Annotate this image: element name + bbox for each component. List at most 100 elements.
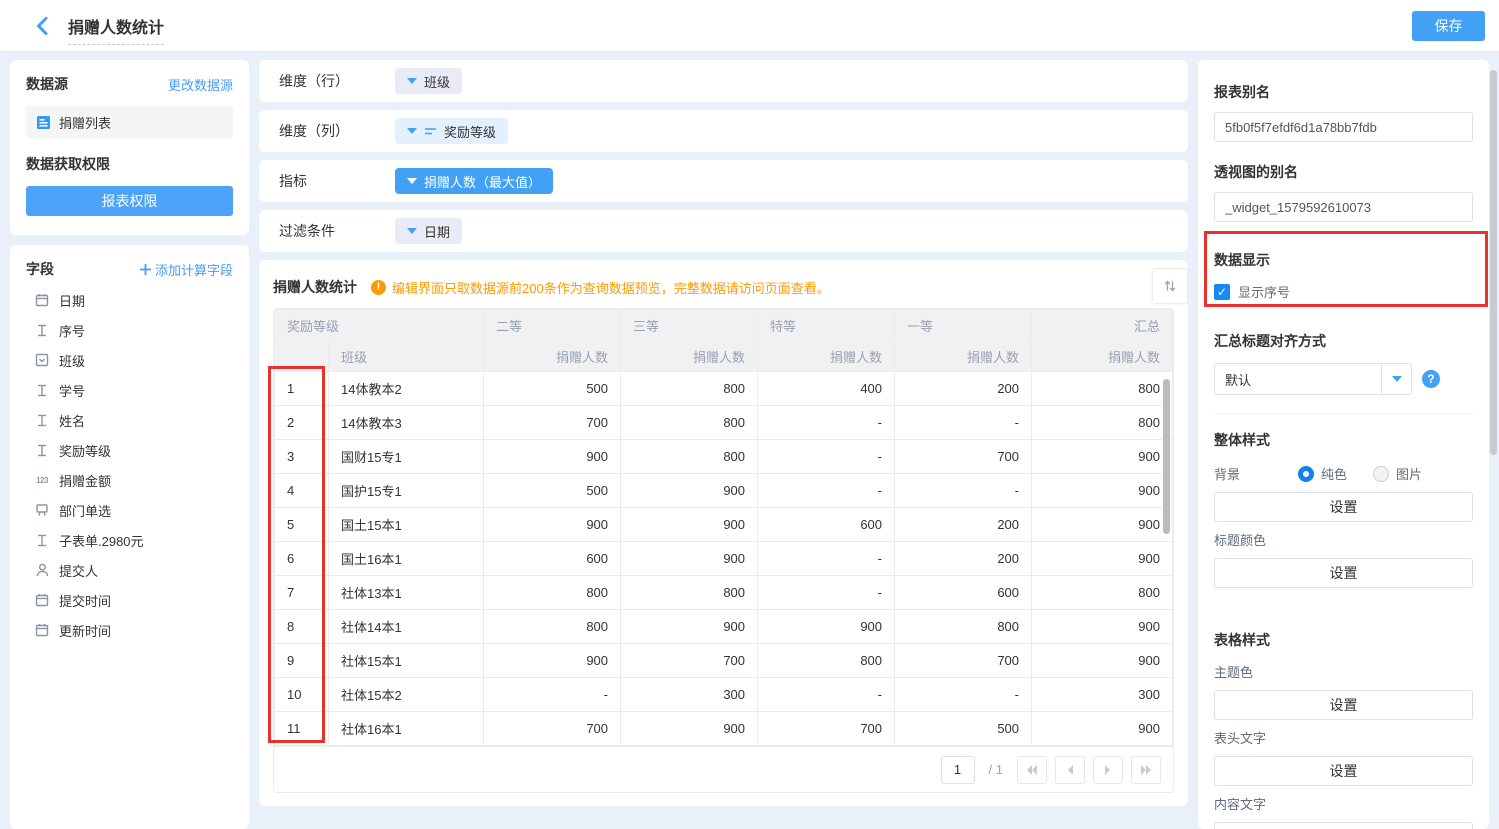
- table-row: 7 社体13本1 800 800 - 600 800: [275, 576, 1173, 610]
- group-header-cell[interactable]: 一等: [895, 310, 1032, 341]
- metric-config: 指标 捐赠人数（最大值）: [259, 160, 1188, 202]
- text-icon: [34, 414, 50, 427]
- help-icon[interactable]: ?: [1422, 370, 1440, 388]
- background-setting-button[interactable]: 设置: [1214, 492, 1473, 522]
- row-dim-header-cell[interactable]: 班级: [329, 341, 484, 372]
- text-icon: [34, 384, 50, 397]
- value-cell: 800: [621, 372, 758, 406]
- datasource-card: 数据源 更改数据源 捐赠列表 数据获取权限 报表权限: [10, 60, 249, 235]
- serial-cell: 10: [275, 678, 329, 712]
- metric-header-cell[interactable]: 捐赠人数: [758, 341, 895, 372]
- field-item-name[interactable]: 姓名: [26, 405, 233, 435]
- dimension-row-config: 维度（行） 班级: [259, 60, 1188, 102]
- value-cell: 900: [621, 508, 758, 542]
- theme-color-setting-button[interactable]: 设置: [1214, 690, 1473, 720]
- pivot-table: 奖励等级 二等 三等 特等 一等 汇总 班级 捐赠人数 捐赠人数 捐赠人数 捐赠…: [273, 308, 1174, 793]
- value-cell: 300: [621, 678, 758, 712]
- field-item-submitter[interactable]: 提交人: [26, 555, 233, 585]
- value-cell: 700: [621, 644, 758, 678]
- table-row: 4 国护15专1 500 900 - - 900: [275, 474, 1173, 508]
- dimension-col-pill[interactable]: 奖励等级: [395, 118, 508, 144]
- value-cell: 900: [1032, 610, 1173, 644]
- value-cell: -: [758, 576, 895, 610]
- group-header-cell-total[interactable]: 汇总: [1032, 310, 1173, 341]
- radio-selected-icon: [1298, 466, 1314, 482]
- last-page-button[interactable]: [1131, 756, 1161, 784]
- data-display-title: 数据显示: [1214, 250, 1473, 270]
- text-icon: [34, 444, 50, 457]
- report-permission-button[interactable]: 报表权限: [26, 186, 233, 216]
- class-cell: 国土16本1: [329, 542, 484, 576]
- back-button[interactable]: [30, 14, 54, 38]
- value-cell: 800: [621, 576, 758, 610]
- metric-header-cell[interactable]: 捐赠人数: [895, 341, 1032, 372]
- overall-style-title: 整体样式: [1214, 430, 1473, 450]
- next-page-button[interactable]: [1093, 756, 1123, 784]
- value-cell: 900: [1032, 644, 1173, 678]
- double-arrow-right-icon: [1139, 764, 1153, 776]
- bg-image-radio[interactable]: 图片: [1373, 464, 1422, 483]
- prev-page-button[interactable]: [1055, 756, 1085, 784]
- group-header-cell[interactable]: 二等: [484, 310, 621, 341]
- metric-header-cell[interactable]: 捐赠人数: [621, 341, 758, 372]
- save-button[interactable]: 保存: [1412, 11, 1485, 41]
- fields-card: 字段 添加计算字段 日期 序号 班级 学号: [10, 245, 249, 829]
- group-header-cell[interactable]: 三等: [621, 310, 758, 341]
- content-text-setting-button[interactable]: 设置: [1214, 822, 1473, 829]
- serial-cell: 4: [275, 474, 329, 508]
- field-item-amount[interactable]: 123 捐赠金额: [26, 465, 233, 495]
- permission-title: 数据获取权限: [26, 154, 233, 174]
- table-sort-button[interactable]: [1152, 268, 1188, 304]
- metric-pill[interactable]: 捐赠人数（最大值）: [395, 168, 553, 194]
- first-page-button[interactable]: [1017, 756, 1047, 784]
- field-item-awardlevel[interactable]: 奖励等级: [26, 435, 233, 465]
- summary-align-select[interactable]: 默认: [1214, 363, 1412, 395]
- header-text-setting-button[interactable]: 设置: [1214, 756, 1473, 786]
- settings-panel-scrollbar[interactable]: [1490, 70, 1497, 455]
- table-scrollbar[interactable]: [1163, 379, 1170, 534]
- field-item-updatetime[interactable]: 更新时间: [26, 615, 233, 645]
- field-item-submittime[interactable]: 提交时间: [26, 585, 233, 615]
- class-cell: 社体15本1: [329, 644, 484, 678]
- pivot-alias-input[interactable]: [1214, 192, 1473, 222]
- metric-header-cell[interactable]: 捐赠人数: [1032, 341, 1173, 372]
- value-cell: -: [895, 406, 1032, 440]
- arrow-left-icon: [1065, 764, 1075, 776]
- show-serial-checkbox-row[interactable]: ✓ 显示序号: [1214, 282, 1473, 301]
- table-style-title: 表格样式: [1214, 630, 1473, 650]
- dimension-row-label: 维度（行）: [279, 71, 395, 91]
- report-alias-input[interactable]: [1214, 112, 1473, 142]
- field-item-studentno[interactable]: 学号: [26, 375, 233, 405]
- calendar-icon: [34, 593, 50, 607]
- corner-header-cell[interactable]: 奖励等级: [275, 310, 484, 341]
- change-datasource-link[interactable]: 更改数据源: [168, 75, 233, 94]
- bg-solid-radio[interactable]: 纯色: [1298, 464, 1347, 483]
- plus-icon: [140, 264, 151, 275]
- add-calc-field-link[interactable]: 添加计算字段: [140, 260, 233, 279]
- table-row: 3 国财15专1 900 800 - 700 900: [275, 440, 1173, 474]
- filter-pill[interactable]: 日期: [395, 218, 462, 244]
- metric-header-cell[interactable]: 捐赠人数: [484, 341, 621, 372]
- field-item-class[interactable]: 班级: [26, 345, 233, 375]
- value-cell: -: [484, 678, 621, 712]
- field-item-department[interactable]: 部门单选: [26, 495, 233, 525]
- number-icon: 123: [34, 476, 50, 485]
- dimension-row-pill[interactable]: 班级: [395, 68, 462, 94]
- field-item-subform[interactable]: 子表单.2980元: [26, 525, 233, 555]
- value-cell: -: [758, 440, 895, 474]
- value-cell: 800: [484, 610, 621, 644]
- left-sidebar: 数据源 更改数据源 捐赠列表 数据获取权限 报表权限 字段 添加计算字段: [10, 60, 249, 829]
- serial-cell: 11: [275, 712, 329, 746]
- value-cell: 700: [895, 644, 1032, 678]
- datasource-item[interactable]: 捐赠列表: [26, 106, 233, 138]
- title-color-setting-button[interactable]: 设置: [1214, 558, 1473, 588]
- value-cell: 900: [1032, 440, 1173, 474]
- group-header-cell[interactable]: 特等: [758, 310, 895, 341]
- page-number-input[interactable]: [941, 756, 975, 784]
- value-cell: 800: [758, 644, 895, 678]
- caret-down-icon: [407, 228, 417, 234]
- checkbox-checked-icon[interactable]: ✓: [1214, 284, 1230, 300]
- field-item-serial[interactable]: 序号: [26, 315, 233, 345]
- field-item-date[interactable]: 日期: [26, 285, 233, 315]
- caret-down-icon: [407, 178, 417, 184]
